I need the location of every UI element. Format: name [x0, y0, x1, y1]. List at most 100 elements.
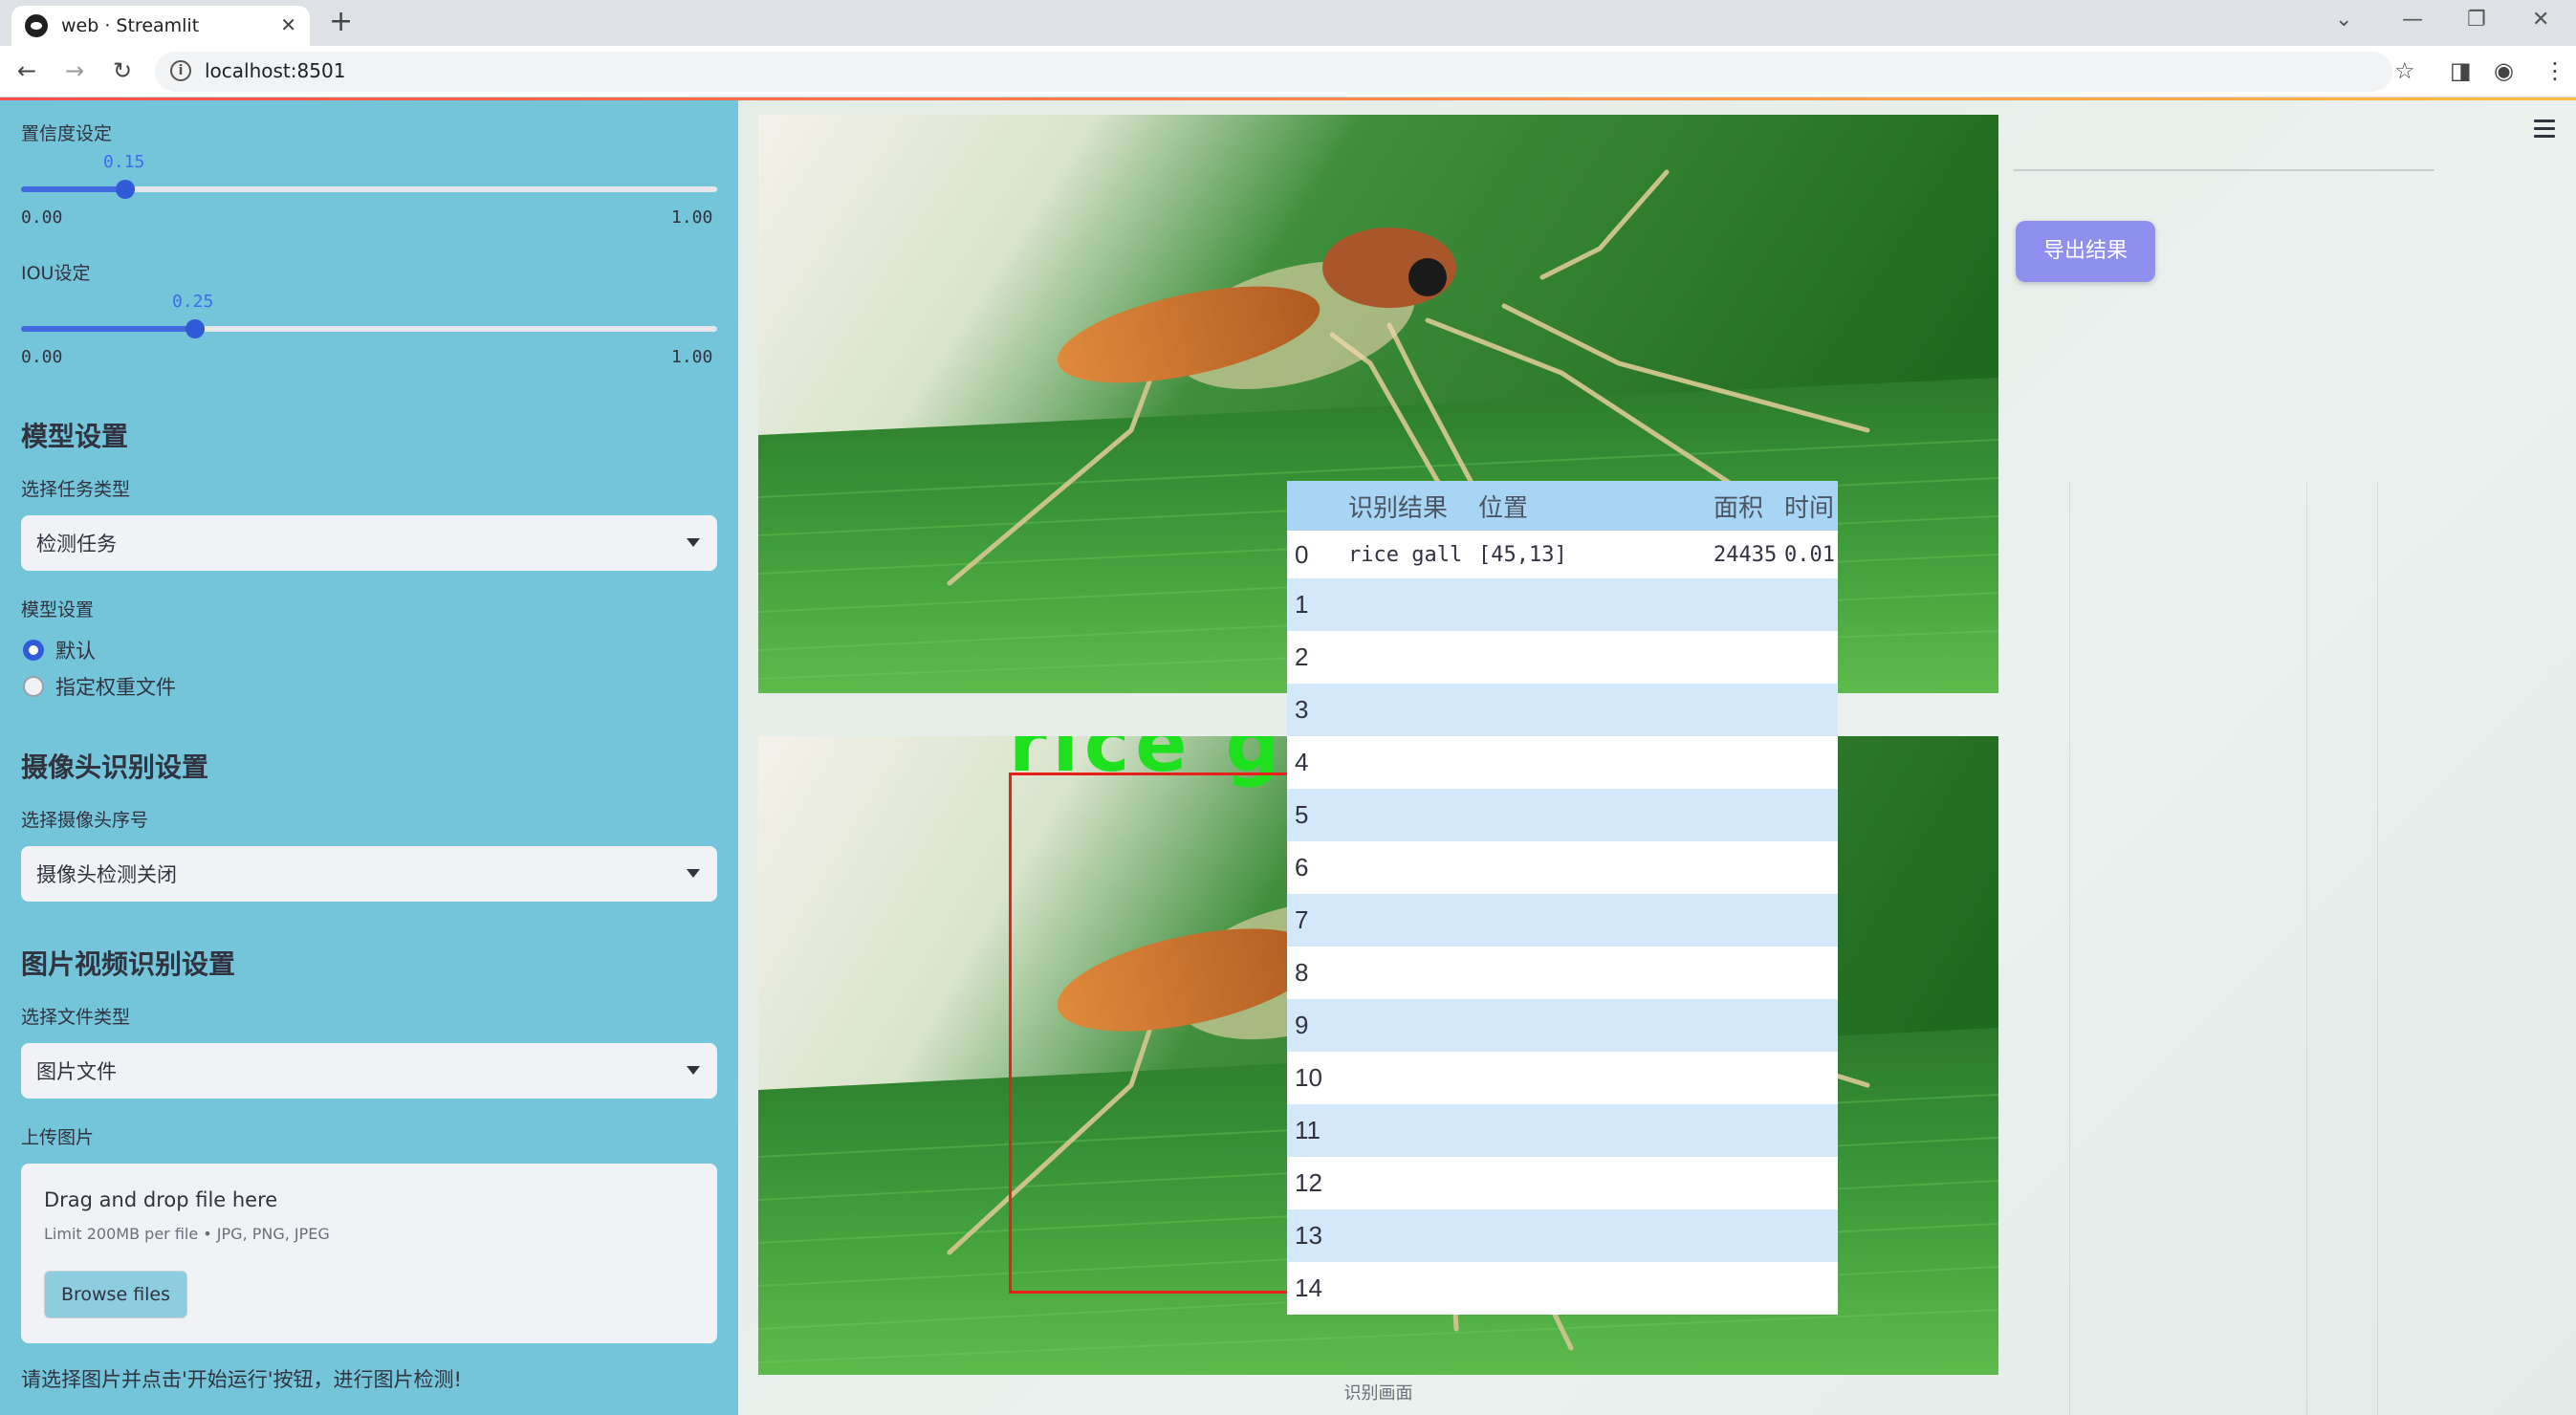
hamburger-menu-icon[interactable] [2534, 120, 2555, 142]
cell-index: 0 [1295, 539, 1309, 569]
tab-search-chevron-icon[interactable]: ⌄ [2335, 8, 2352, 33]
camera-heading: 摄像头识别设置 [21, 751, 209, 783]
task-type-label: 选择任务类型 [21, 479, 131, 500]
file-type-label: 选择文件类型 [21, 1007, 131, 1028]
radio-custom-weights[interactable]: 指定权重文件 [23, 672, 176, 701]
iou-slider-thumb[interactable] [186, 319, 205, 338]
browse-files-button[interactable]: Browse files [44, 1271, 187, 1318]
chevron-down-icon [687, 869, 700, 878]
browser-tab[interactable]: web · Streamlit ✕ [11, 6, 310, 46]
table-header-row: 识别结果 位置 面积 时间 [1287, 481, 1838, 531]
table-row[interactable]: 3 [1287, 684, 1838, 736]
table-row[interactable]: 11 [1287, 1104, 1838, 1157]
table-row[interactable]: 0 rice gall midge [45,13] 24435 0.01 [1287, 531, 1838, 578]
cell-area [1706, 1157, 1777, 1209]
cell-result [1335, 894, 1469, 947]
restore-icon[interactable]: ❐ [2467, 8, 2486, 33]
table-row[interactable]: 5 [1287, 789, 1838, 841]
task-type-select[interactable]: 检测任务 [21, 515, 717, 571]
cell-time [1777, 999, 1838, 1052]
file-type-select[interactable]: 图片文件 [21, 1043, 717, 1099]
new-tab-icon[interactable]: + [329, 8, 353, 36]
cell-time: 0.01 [1784, 542, 1835, 567]
table-row[interactable]: 6 [1287, 841, 1838, 894]
side-panel-icon[interactable]: ◨ [2450, 57, 2472, 84]
cell-area [1706, 578, 1777, 631]
back-arrow-icon[interactable]: ← [17, 57, 36, 84]
table-row[interactable]: 14 [1287, 1262, 1838, 1315]
profile-avatar-icon[interactable]: ◉ [2494, 57, 2514, 84]
camera-select[interactable]: 摄像头检测关闭 [21, 846, 717, 902]
table-row[interactable]: 8 [1287, 947, 1838, 999]
cell-area [1706, 947, 1777, 999]
cell-result [1335, 736, 1469, 789]
forward-arrow-icon[interactable]: → [65, 57, 84, 84]
cell-index: 5 [1295, 800, 1309, 829]
url-text[interactable]: localhost:8501 [205, 59, 345, 82]
cell-index: 3 [1295, 695, 1309, 724]
cell-time [1777, 1262, 1838, 1315]
url-field[interactable] [155, 52, 2392, 92]
iou-min: 0.00 [21, 347, 63, 367]
cell-time [1777, 684, 1838, 736]
table-row[interactable]: 7 [1287, 894, 1838, 947]
column-separator [2069, 481, 2070, 1415]
iou-slider[interactable] [21, 319, 717, 338]
result-caption: 识别画面 [1343, 1383, 1413, 1404]
table-row[interactable]: 12 [1287, 1157, 1838, 1209]
cell-index: 11 [1295, 1116, 1321, 1144]
cell-area [1706, 631, 1777, 684]
instruction-text: 请选择图片并点击'开始运行'按钮，进行图片检测! [21, 1368, 462, 1391]
tab-title: web · Streamlit [61, 15, 200, 36]
minimize-icon[interactable]: — [2402, 8, 2423, 33]
column-separator [2306, 481, 2307, 1415]
header-result[interactable]: 识别结果 [1335, 481, 1469, 531]
table-row[interactable]: 2 [1287, 631, 1838, 684]
model-settings-label: 模型设置 [21, 599, 95, 620]
model-heading: 模型设置 [21, 421, 129, 452]
cell-time [1777, 894, 1838, 947]
cell-result [1335, 1262, 1469, 1315]
table-row[interactable]: 9 [1287, 999, 1838, 1052]
cell-index: 1 [1295, 590, 1309, 619]
cell-index: 14 [1295, 1274, 1322, 1302]
table-row[interactable]: 13 [1287, 1209, 1838, 1262]
cell-index: 7 [1295, 905, 1309, 934]
bookmark-star-icon[interactable]: ☆ [2394, 57, 2415, 84]
browser-menu-icon[interactable]: ⋮ [2543, 57, 2566, 84]
radio-default[interactable]: 默认 [23, 636, 96, 664]
header-position[interactable]: 位置 [1469, 481, 1706, 531]
confidence-slider[interactable] [21, 180, 717, 199]
cell-time [1777, 1209, 1838, 1262]
cell-index: 8 [1295, 958, 1309, 987]
table-row[interactable]: 4 [1287, 736, 1838, 789]
cell-index: 6 [1295, 853, 1309, 882]
radio-custom-weights-label: 指定权重文件 [55, 676, 176, 699]
file-dropzone[interactable]: Drag and drop file here Limit 200MB per … [21, 1164, 717, 1343]
iou-label: IOU设定 [21, 263, 91, 284]
cell-result [1335, 631, 1469, 684]
task-type-value: 检测任务 [36, 533, 117, 555]
reload-icon[interactable]: ↻ [113, 57, 132, 84]
cell-area: 24435 [1714, 542, 1777, 567]
site-info-icon[interactable]: i [170, 60, 191, 81]
cell-result [1335, 947, 1469, 999]
iou-value: 0.25 [172, 292, 214, 312]
upload-label: 上传图片 [21, 1127, 95, 1148]
results-table[interactable]: 识别结果 位置 面积 时间 0 rice gall midge [45,13] 244… [1287, 481, 1838, 1315]
cell-position [1469, 947, 1706, 999]
cell-result [1335, 1104, 1469, 1157]
cell-time [1777, 789, 1838, 841]
dropzone-limit: Limit 200MB per file • JPG, PNG, JPEG [44, 1225, 330, 1243]
confidence-slider-thumb[interactable] [116, 180, 135, 199]
table-row[interactable]: 1 [1287, 578, 1838, 631]
header-time[interactable]: 时间 [1777, 481, 1838, 531]
export-results-button[interactable]: 导出结果 [2016, 221, 2155, 282]
cell-position [1469, 841, 1706, 894]
radio-unselected-icon [23, 676, 44, 697]
header-area[interactable]: 面积 [1706, 481, 1777, 531]
table-row[interactable]: 10 [1287, 1052, 1838, 1104]
close-window-icon[interactable]: ✕ [2532, 8, 2549, 33]
cell-area [1706, 684, 1777, 736]
close-tab-icon[interactable]: ✕ [280, 15, 296, 34]
